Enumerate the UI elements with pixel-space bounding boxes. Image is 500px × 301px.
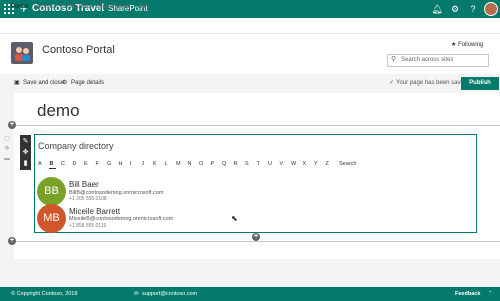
letter-filter-e[interactable]: E bbox=[84, 160, 88, 168]
letter-filter-o[interactable]: O bbox=[199, 160, 203, 168]
save-icon[interactable]: ▣ bbox=[14, 79, 20, 88]
letter-filter-s[interactable]: S bbox=[245, 160, 249, 168]
collapse-icon[interactable]: ⌃ bbox=[488, 290, 493, 298]
letter-filter-w[interactable]: W bbox=[291, 160, 296, 168]
directory-title[interactable]: Company directory bbox=[38, 140, 114, 152]
letter-filter-b[interactable]: B bbox=[50, 160, 54, 168]
add-webpart-icon[interactable]: + bbox=[252, 233, 260, 241]
help-icon[interactable]: ? bbox=[467, 3, 479, 15]
feedback-link[interactable]: Feedback bbox=[455, 290, 480, 298]
letter-filter-t[interactable]: T bbox=[257, 160, 260, 168]
letter-filter-i[interactable]: I bbox=[130, 160, 132, 168]
search-placeholder: Search across sites bbox=[401, 57, 454, 63]
section-divider bbox=[14, 241, 500, 242]
directory-search-button[interactable]: Search bbox=[339, 160, 356, 168]
edit-icon[interactable]: ✎ bbox=[20, 136, 31, 147]
letter-filter-n[interactable]: N bbox=[188, 160, 192, 168]
copyright: © Copyright Contoso, 2018 bbox=[11, 291, 78, 297]
search-icon: ⚲ bbox=[391, 56, 397, 63]
nav-item-edit[interactable]: Edit bbox=[139, 2, 149, 12]
star-icon: ★ bbox=[451, 42, 459, 48]
letter-filter-m[interactable]: M bbox=[176, 160, 181, 168]
move-icon[interactable]: ✥ bbox=[3, 145, 11, 153]
letter-filter-k[interactable]: K bbox=[153, 160, 157, 168]
avatar[interactable] bbox=[484, 2, 498, 16]
letter-filter-x[interactable]: X bbox=[303, 160, 307, 168]
publish-button[interactable]: Publish bbox=[461, 77, 499, 90]
letter-filter-g[interactable]: G bbox=[107, 160, 111, 168]
delete-icon[interactable]: ▬ bbox=[3, 155, 11, 163]
letter-filter-q[interactable]: Q bbox=[222, 160, 226, 168]
page-details-button[interactable]: Page details bbox=[71, 79, 104, 88]
comment-icon[interactable]: ▢ bbox=[3, 135, 11, 143]
letter-filter-z[interactable]: Z bbox=[326, 160, 329, 168]
follow-label: Following bbox=[458, 42, 484, 48]
letter-filter-a[interactable]: A bbox=[38, 160, 42, 168]
chevron-down-icon[interactable]: ∨ bbox=[124, 2, 128, 12]
site-logo[interactable] bbox=[11, 42, 33, 64]
person-name[interactable]: Bill Baer bbox=[69, 180, 99, 190]
letter-filter-p[interactable]: P bbox=[211, 160, 215, 168]
letter-filter-y[interactable]: Y bbox=[314, 160, 318, 168]
delete-icon[interactable]: ▮ bbox=[20, 158, 31, 169]
nav-item-portal[interactable]: Portal bbox=[11, 2, 28, 12]
nav-item-personal[interactable]: Personal bbox=[34, 2, 58, 12]
add-section-icon[interactable]: + bbox=[8, 237, 16, 245]
site-title[interactable]: Contoso Portal bbox=[42, 43, 115, 57]
save-and-close-button[interactable]: Save and close bbox=[23, 79, 64, 88]
bell-icon[interactable]: 🔔︎ bbox=[431, 3, 443, 15]
add-section-icon[interactable]: + bbox=[8, 121, 16, 129]
gear-icon[interactable]: ⚙ bbox=[62, 79, 67, 88]
letter-filter-v[interactable]: V bbox=[280, 160, 284, 168]
letter-filter-l[interactable]: L bbox=[165, 160, 168, 168]
letter-filter-d[interactable]: D bbox=[73, 160, 77, 168]
nav-item-organization[interactable]: Organization bbox=[60, 2, 94, 12]
support-email-link[interactable]: support@contoso.com bbox=[142, 290, 197, 298]
save-status: Your page has been saved bbox=[396, 80, 468, 86]
person-avatar[interactable]: BB bbox=[37, 177, 66, 206]
follow-button[interactable]: ★ Following bbox=[451, 41, 483, 50]
person-avatar[interactable]: MB bbox=[37, 204, 66, 233]
letter-filter-h[interactable]: H bbox=[119, 160, 123, 168]
letter-filter-f[interactable]: F bbox=[96, 160, 99, 168]
letter-filter-j[interactable]: J bbox=[142, 160, 145, 168]
top-navigation bbox=[0, 18, 500, 34]
letter-filter-u[interactable]: U bbox=[268, 160, 272, 168]
person-phone: +1 858 555 0119 bbox=[69, 223, 107, 229]
mouse-cursor-icon: ⬉ bbox=[231, 214, 238, 223]
selected-letter-indicator bbox=[49, 168, 56, 169]
checkmark-icon: ✓ bbox=[389, 80, 395, 86]
move-icon[interactable]: ✥ bbox=[20, 147, 31, 158]
letter-filter-r[interactable]: R bbox=[234, 160, 238, 168]
mail-icon: ✉ bbox=[134, 291, 139, 297]
gear-icon[interactable]: ⚙ bbox=[449, 3, 461, 15]
letter-filter-c[interactable]: C bbox=[61, 160, 65, 168]
person-phone: +1 205 555 0108 bbox=[69, 196, 107, 202]
person-email[interactable]: MiceileB@contosodemog.onmicrosoft.com bbox=[69, 216, 173, 223]
page-title[interactable]: demo bbox=[37, 100, 80, 122]
section-divider bbox=[14, 125, 500, 126]
